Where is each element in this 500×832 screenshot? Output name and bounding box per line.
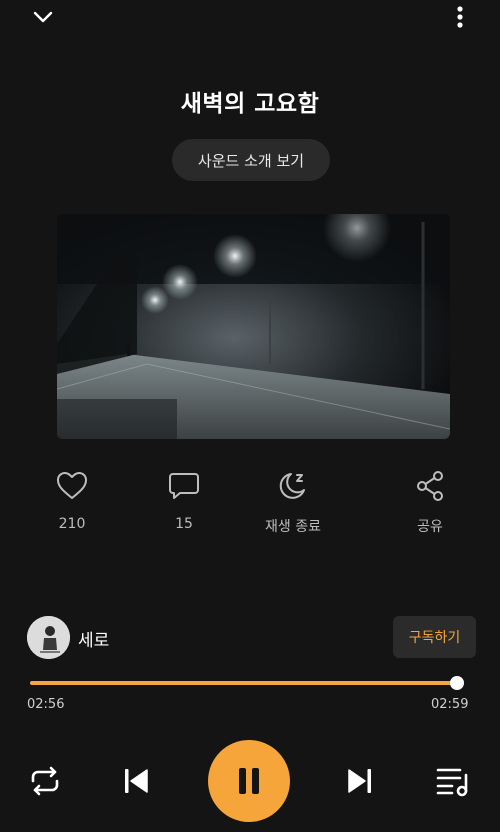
artist-name[interactable]: 세로 [78,626,109,651]
progress-fill [30,681,457,685]
progress-knob[interactable] [449,676,464,690]
total-time: 02:59 [431,697,469,712]
more-vertical-icon[interactable] [446,2,474,32]
share-label: 공유 [417,519,443,535]
current-time: 02:56 [27,697,65,712]
sleep-timer-label: 재생 종료 [265,519,321,535]
skip-next-icon[interactable] [341,762,379,800]
pause-button[interactable] [208,740,290,822]
moon-sleep-icon [248,466,338,506]
skip-previous-icon[interactable] [117,762,155,800]
like-action[interactable]: 210 [27,466,117,532]
progress-bar[interactable] [30,676,464,690]
album-artwork [57,214,450,439]
comment-count: 15 [175,516,193,532]
pause-icon [236,766,262,796]
share-action[interactable]: 공유 [385,466,475,536]
comment-action[interactable]: 15 [139,466,229,532]
repeat-icon[interactable] [26,762,64,800]
track-title: 새벽의 고요함 [180,91,320,117]
sleep-timer-action[interactable]: 재생 종료 [248,466,338,536]
subscribe-button[interactable]: 구독하기 [393,616,476,658]
chevron-down-icon[interactable] [28,4,58,30]
like-count: 210 [58,516,86,532]
avatar[interactable] [27,616,70,659]
sound-intro-button[interactable]: 사운드 소개 보기 [172,139,330,181]
share-icon [385,466,475,506]
comment-icon [139,466,229,506]
playlist-icon[interactable] [433,762,473,800]
heart-icon [27,466,117,506]
